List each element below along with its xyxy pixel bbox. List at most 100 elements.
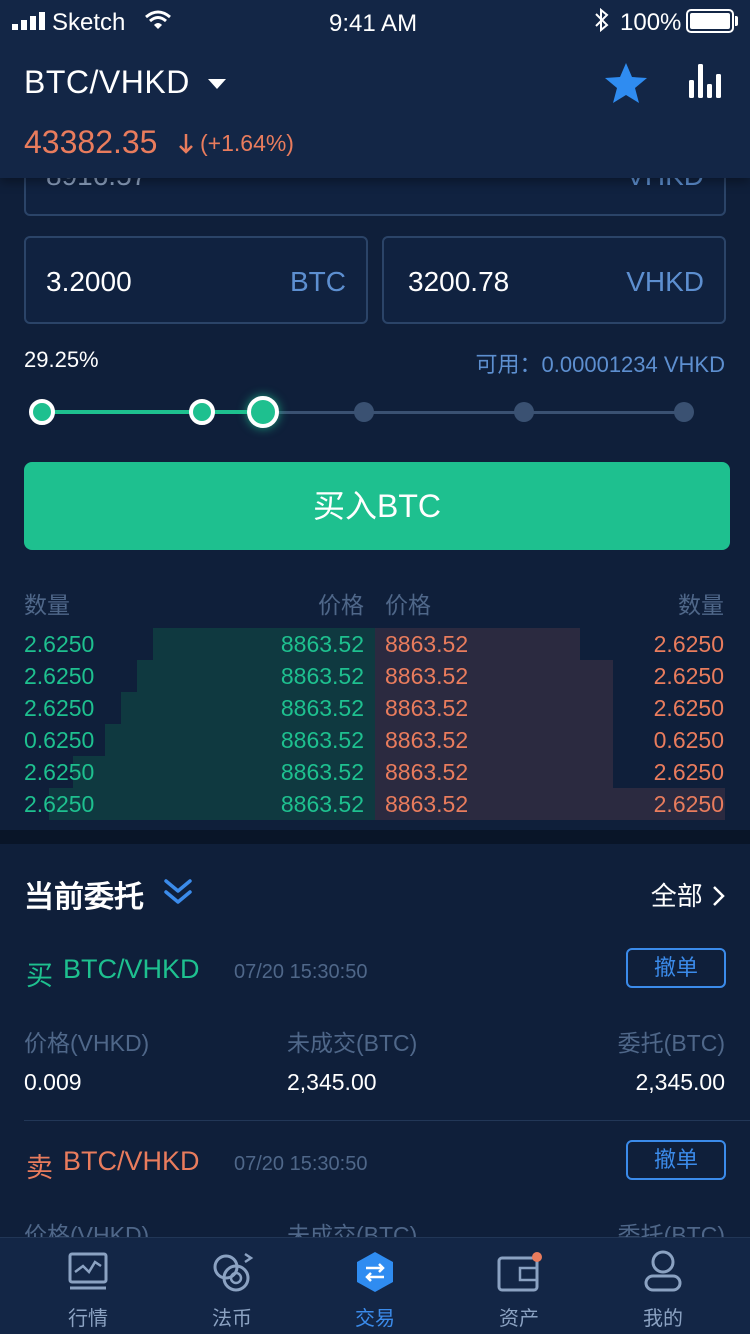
status-time: 9:41 AM (329, 10, 418, 37)
bid-row[interactable]: 0.6250 8863.52 (0, 724, 375, 756)
bid-qty: 2.6250 (24, 791, 95, 817)
bid-price: 8863.52 (280, 727, 364, 753)
ask-qty: 2.6250 (653, 663, 724, 689)
total-value: 3200.78 (408, 266, 510, 297)
ask-price: 8863.52 (385, 695, 469, 721)
chevron-right-icon (713, 886, 725, 906)
bar-chart-icon[interactable] (686, 64, 726, 100)
bid-row[interactable]: 2.6250 8863.52 (0, 628, 375, 660)
ask-qty-header: 数量 (678, 592, 724, 618)
ask-price: 8863.52 (385, 791, 469, 817)
ask-price: 8863.52 (385, 631, 469, 657)
ask-qty: 2.6250 (653, 791, 724, 817)
battery-tip (735, 16, 738, 26)
pair-title: BTC/VHKD (24, 64, 190, 100)
order-amount-label: 委托(BTC) (617, 1030, 725, 1056)
bid-qty: 2.6250 (24, 759, 95, 785)
ask-row[interactable]: 8863.52 2.6250 (375, 628, 750, 660)
slider-stop-0[interactable] (29, 399, 55, 425)
order-price-value: 0.009 (24, 1069, 82, 1095)
bid-row[interactable]: 2.6250 8863.52 (0, 660, 375, 692)
bid-list: 2.6250 8863.52 2.6250 8863.52 2.6250 8863.52 0… (0, 628, 375, 820)
battery-icon (686, 9, 734, 33)
amount-value: 3.2000 (46, 266, 132, 297)
ask-qty: 2.6250 (653, 695, 724, 721)
amount-slider[interactable] (24, 392, 704, 432)
view-all-link[interactable]: 全部 (651, 876, 726, 913)
chevron-down-icon[interactable] (162, 876, 194, 908)
ask-qty: 2.6250 (653, 631, 724, 657)
bid-row[interactable]: 2.6250 8863.52 (0, 756, 375, 788)
ask-list: 8863.52 2.6250 8863.52 2.6250 8863.52 2.6250 8… (375, 628, 750, 820)
ask-price: 8863.52 (385, 759, 469, 785)
bid-price: 8863.52 (280, 631, 364, 657)
tab-market[interactable]: 行情 (13, 1238, 163, 1334)
view-all-label: 全部 (650, 881, 703, 911)
tab-fiat[interactable]: 法币 (157, 1238, 307, 1334)
order-time: 07/20 15:30:50 (234, 961, 368, 983)
bid-price-header: 价格 (318, 592, 364, 618)
fiat-icon (213, 1252, 254, 1292)
battery-label: 100% (620, 9, 682, 36)
bid-price: 8863.52 (280, 663, 364, 689)
ask-qty: 0.6250 (653, 727, 724, 753)
buy-button[interactable]: 买入BTC (24, 462, 730, 550)
order-divider (24, 1120, 750, 1121)
order-unfilled-label: 未成交(BTC) (287, 1030, 418, 1056)
last-price: 43382.35 (24, 124, 158, 160)
wallet-icon (497, 1252, 542, 1292)
profile-icon (644, 1250, 682, 1292)
trade-icon (357, 1252, 393, 1292)
slider-stop-75[interactable] (514, 402, 534, 422)
tab-profile[interactable]: 我的 (588, 1238, 738, 1334)
order-side: 买 (26, 961, 53, 991)
carrier-label: Sketch (52, 9, 126, 36)
order-amount-value: 2,345.00 (635, 1069, 725, 1095)
tab-label: 我的 (643, 1308, 683, 1330)
ask-row[interactable]: 8863.52 2.6250 (375, 756, 750, 788)
status-bar: Sketch 9:41 AM 100% (0, 0, 750, 44)
bid-row[interactable]: 2.6250 8863.52 (0, 692, 375, 724)
slider-stop-50[interactable] (354, 402, 374, 422)
cancel-order-button[interactable]: 撤单 (626, 948, 726, 988)
order-card: 卖 BTC/VHKD 07/20 15:30:50 撤单 价格(VHKD) 未成… (0, 1132, 750, 1248)
caret-down-icon[interactable] (208, 79, 226, 89)
ask-row[interactable]: 8863.52 0.6250 (375, 724, 750, 756)
slider-handle[interactable] (247, 396, 279, 428)
ask-price-header: 价格 (385, 592, 431, 618)
slider-stop-100[interactable] (674, 402, 694, 422)
amount-field[interactable]: 3.2000 BTC (24, 236, 368, 324)
tab-assets[interactable]: 资产 (444, 1238, 594, 1334)
header: Sketch 9:41 AM 100% BTC/VHKD 43382.35 (+… (0, 0, 750, 178)
slider-track-filled (42, 410, 264, 414)
order-card: 买 BTC/VHKD 07/20 15:30:50 撤单 价格(VHKD) 未成… (0, 940, 750, 1120)
bid-price: 8863.52 (280, 791, 364, 817)
percent-label: 29.25% (24, 347, 99, 372)
ask-row[interactable]: 8863.52 2.6250 (375, 788, 750, 820)
order-price-label: 价格(VHKD) (24, 1030, 150, 1056)
signal-icon (12, 12, 45, 30)
section-divider (0, 830, 750, 844)
tab-bar: 行情 法币 交易 资产 我的 (0, 1237, 750, 1334)
available-label: 可用： (475, 352, 542, 377)
tab-trade[interactable]: 交易 (300, 1238, 450, 1334)
battery-level-fill (690, 13, 730, 29)
bid-row[interactable]: 2.6250 8863.52 (0, 788, 375, 820)
tab-label: 交易 (355, 1308, 395, 1330)
cancel-order-button[interactable]: 撤单 (626, 1140, 726, 1180)
bid-qty: 2.6250 (24, 663, 95, 689)
ask-row[interactable]: 8863.52 2.6250 (375, 692, 750, 724)
bid-qty: 2.6250 (24, 631, 95, 657)
ask-row[interactable]: 8863.52 2.6250 (375, 660, 750, 692)
ask-price: 8863.52 (385, 663, 469, 689)
order-time: 07/20 15:30:50 (234, 1153, 368, 1175)
total-field[interactable]: 3200.78 VHKD (382, 236, 726, 324)
price-change: (+1.64%) (200, 130, 294, 156)
wifi-icon (145, 10, 171, 29)
slider-stop-25[interactable] (189, 399, 215, 425)
tab-label: 法币 (212, 1308, 252, 1330)
slider-track-empty (264, 411, 684, 414)
total-unit: VHKD (626, 266, 704, 297)
star-icon[interactable] (604, 62, 648, 104)
order-pair: BTC/VHKD (63, 954, 200, 984)
